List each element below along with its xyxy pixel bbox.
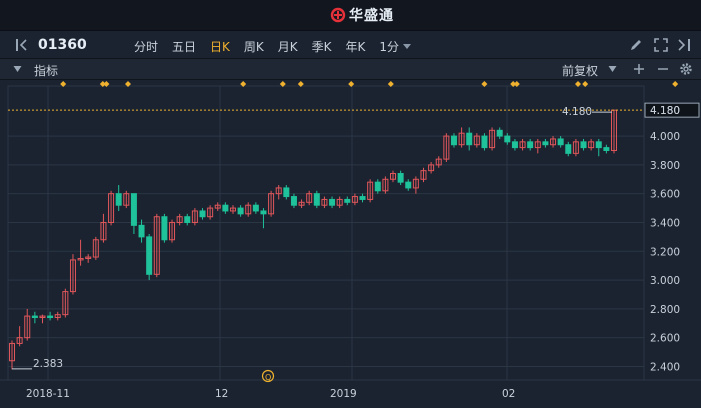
brand: 华盛通 <box>330 6 394 24</box>
candle-down <box>397 173 404 183</box>
brand-logo-icon <box>330 7 346 23</box>
y-tick-label: 4.000 <box>650 131 680 143</box>
candle-down <box>374 181 381 192</box>
candle-down <box>504 135 511 143</box>
low-label: 2.383 <box>33 358 63 370</box>
fullscreen-icon[interactable] <box>654 38 668 52</box>
y-tick-label: 3.600 <box>650 189 680 201</box>
high-label: 4.180 <box>562 106 592 118</box>
candle-down <box>450 135 457 146</box>
candle-down <box>359 196 366 200</box>
tab-period[interactable]: 五日 <box>172 38 196 55</box>
y-tick-label: 4.180 <box>650 105 680 117</box>
candle-down <box>329 198 336 206</box>
x-tick-label: 12 <box>215 388 228 400</box>
candle-series <box>9 109 617 370</box>
candle-down <box>565 144 572 154</box>
candle-down <box>31 315 38 319</box>
tab-period[interactable]: 周K <box>244 38 264 55</box>
candle-down <box>199 210 206 218</box>
y-axis: 4.180 4.000 3.800 3.600 3.400 3.200 3.000 2.800… <box>650 105 680 373</box>
x-tick-label: 02 <box>502 388 515 400</box>
candle-down <box>580 141 587 149</box>
candle-down <box>405 181 412 189</box>
candle-down <box>466 132 473 146</box>
candle-down <box>542 141 549 146</box>
x-tick-label: 2018-11 <box>26 388 70 400</box>
indicator-bar: 指标 前复权 <box>0 59 701 80</box>
collapse-right-icon[interactable] <box>676 38 692 52</box>
candle-down <box>260 210 267 215</box>
candle-down <box>313 193 320 206</box>
candle-down <box>290 196 297 206</box>
tab-period[interactable]: 日K <box>210 38 230 55</box>
chart-annotations: 4.180 4.180 2.383 Q <box>8 102 700 383</box>
y-tick-label: 3.200 <box>650 246 680 258</box>
candle-down <box>603 147 610 151</box>
candle-down <box>283 187 290 198</box>
zoom-in-icon[interactable] <box>633 63 645 75</box>
y-tick-label: 3.400 <box>650 217 680 229</box>
indicator-label[interactable]: 指标 <box>34 62 58 79</box>
adjust-dropdown-icon[interactable] <box>608 65 617 73</box>
y-tick-label: 2.400 <box>650 361 680 373</box>
candle-down <box>161 216 168 241</box>
tab-period[interactable]: 年K <box>346 38 366 55</box>
toolbar: 01360 分时 五日 日K 周K 月K 季K 年K 1分 <box>0 31 701 59</box>
tab-period[interactable]: 月K <box>278 38 298 55</box>
candle-down <box>146 236 153 275</box>
candle-down <box>47 315 54 319</box>
stock-code: 01360 <box>38 37 87 53</box>
settings-gear-icon[interactable] <box>679 62 693 76</box>
y-tick-label: 3.800 <box>650 160 680 172</box>
candle-down <box>496 129 503 137</box>
tab-period[interactable]: 季K <box>312 38 332 55</box>
y-tick-label: 3.000 <box>650 275 680 287</box>
y-tick-label: 2.800 <box>650 304 680 316</box>
brand-name: 华盛通 <box>349 8 394 24</box>
candle-down <box>481 135 488 149</box>
x-axis: 2018-11 12 2019 02 <box>26 388 515 400</box>
candle-down <box>130 193 137 226</box>
minute-dropdown-icon[interactable] <box>403 40 412 52</box>
candle-down <box>222 204 229 212</box>
candle-down <box>237 207 244 215</box>
candle-down <box>252 204 259 212</box>
chart-grid <box>0 85 701 381</box>
zoom-out-icon[interactable] <box>657 63 669 75</box>
candle-down <box>344 198 351 203</box>
tab-period[interactable]: 1分 <box>379 38 399 55</box>
candle-down <box>184 216 191 223</box>
collapse-left-icon[interactable] <box>15 38 29 52</box>
x-tick-label: 2019 <box>330 388 357 400</box>
y-tick-label: 2.600 <box>650 333 680 345</box>
candle-down <box>115 193 122 206</box>
candle-down <box>557 138 564 146</box>
adjust-mode-label[interactable]: 前复权 <box>562 62 598 79</box>
dividend-diamond-icon <box>672 81 679 87</box>
indicator-dropdown-icon[interactable] <box>13 65 22 73</box>
title-bar: 华盛通 <box>0 0 701 31</box>
quarter-marker-label: Q <box>265 373 271 382</box>
candle-down <box>511 141 518 149</box>
tab-period[interactable]: 分时 <box>134 38 158 55</box>
candle-down <box>138 224 145 238</box>
candle-down <box>595 141 602 149</box>
candle-down <box>527 141 534 149</box>
candlestick-chart[interactable]: 4.180 4.180 2.383 Q 4.180 4.000 3.800 3.600 3.4… <box>0 80 701 408</box>
period-tabs: 分时 五日 日K 周K 月K 季K 年K 1分 <box>134 38 412 55</box>
draw-pen-icon[interactable] <box>629 38 643 52</box>
